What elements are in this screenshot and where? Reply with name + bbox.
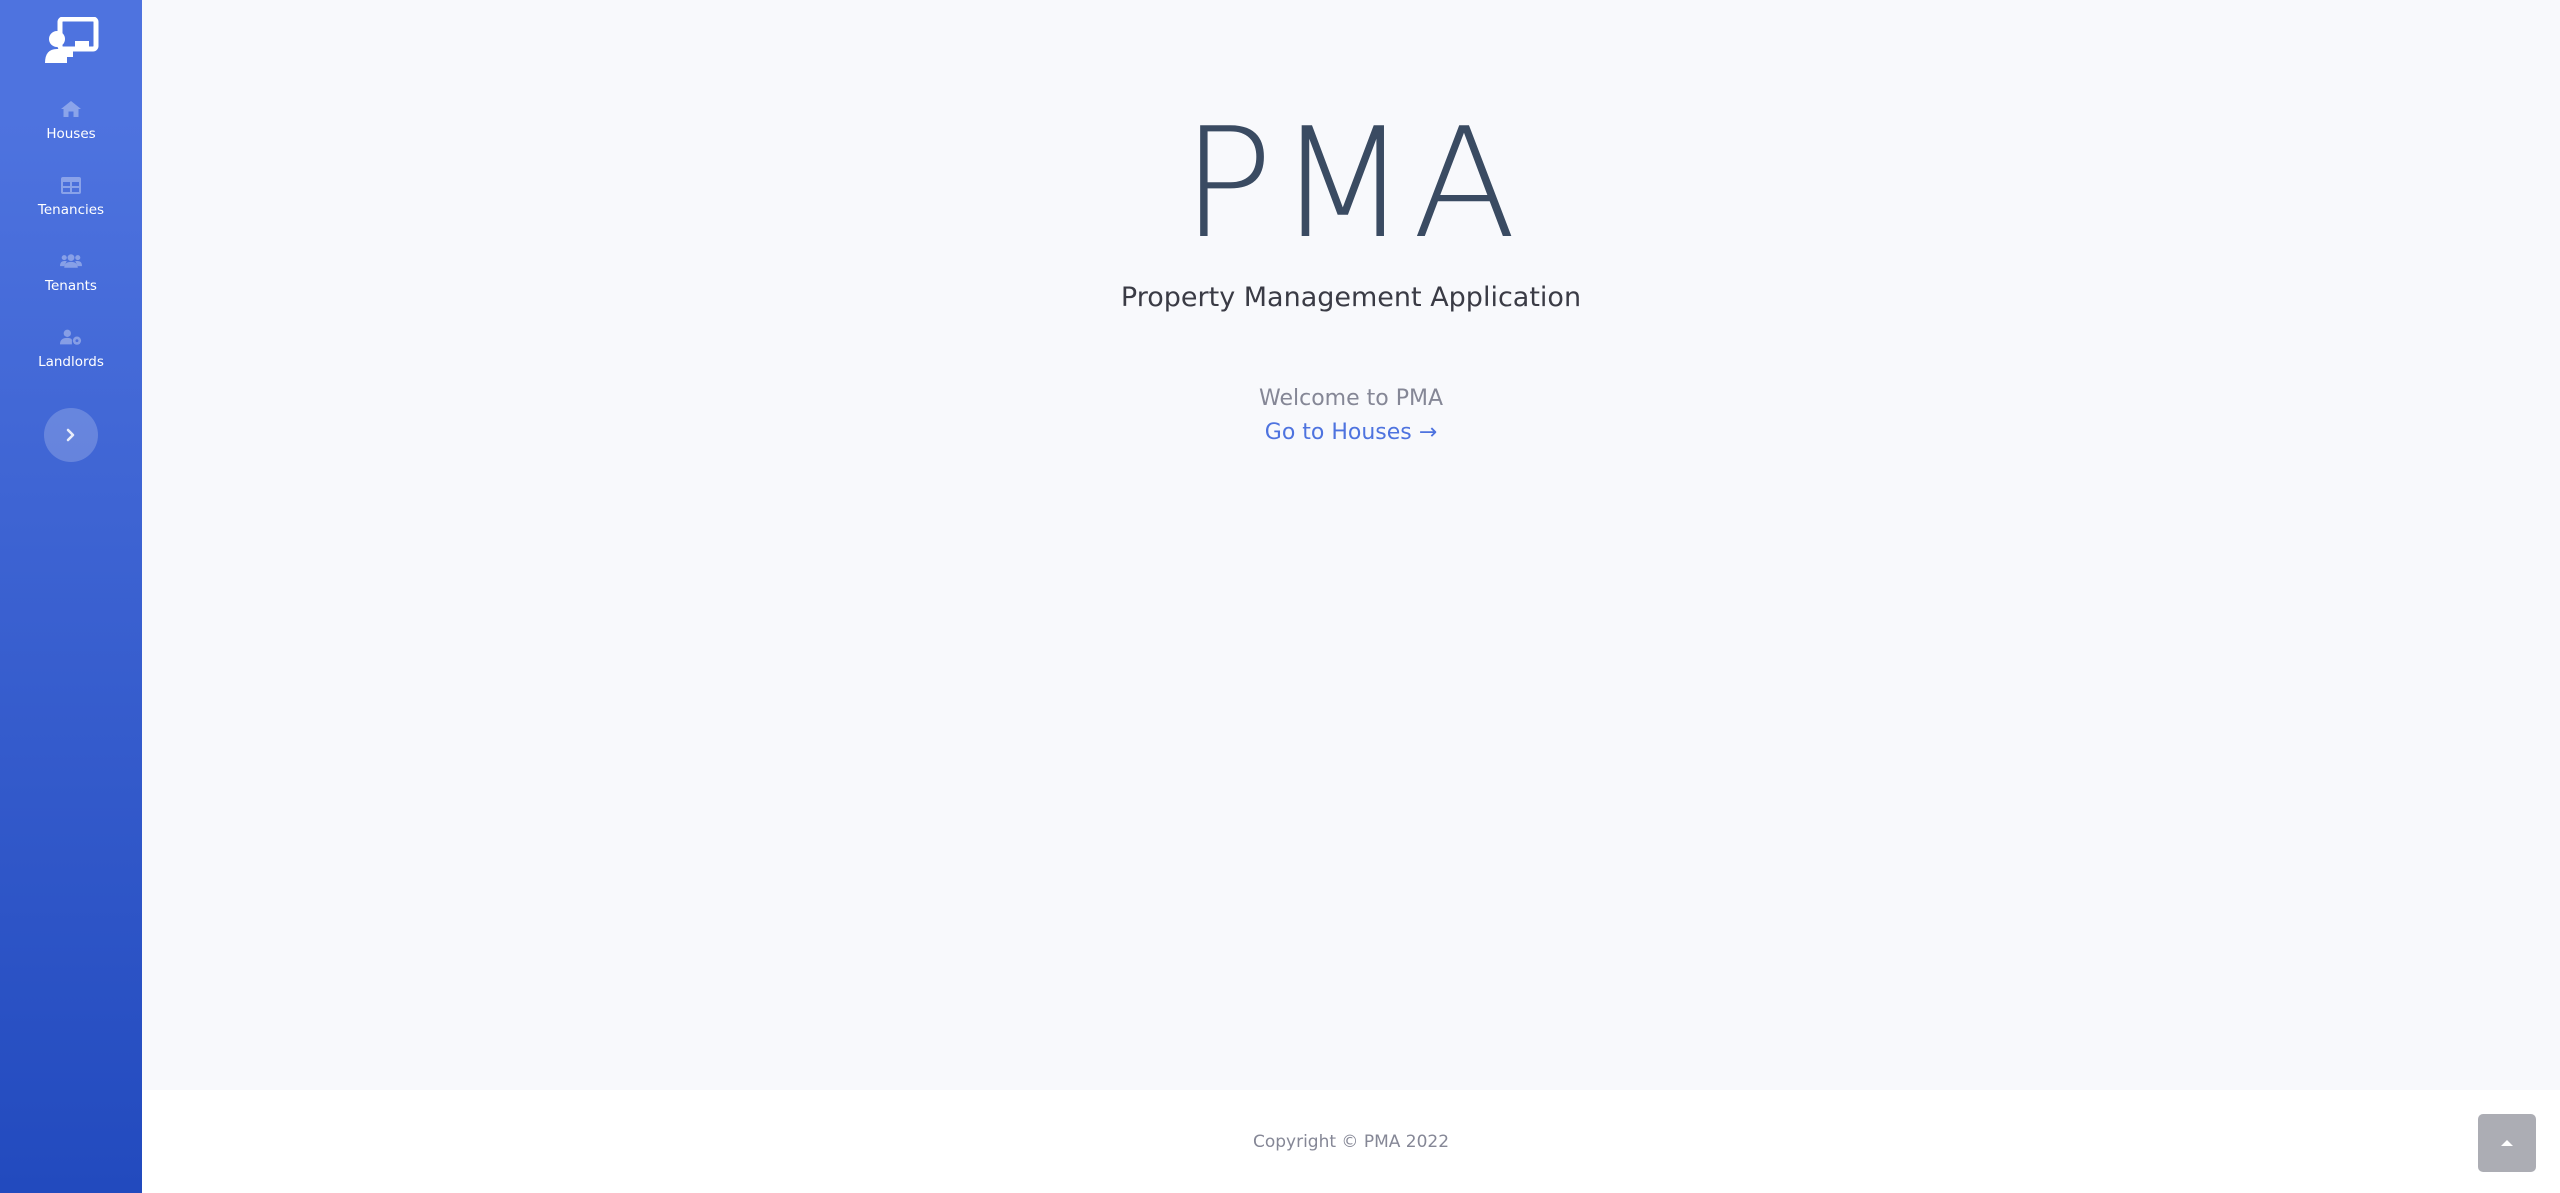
sidebar-item-landlords[interactable]: Landlords <box>0 310 142 386</box>
go-to-houses-link[interactable]: Go to Houses → <box>142 420 2560 445</box>
table-icon <box>60 174 82 196</box>
sidebar-item-label: Landlords <box>38 354 104 370</box>
page-title: PMA <box>1181 95 1521 272</box>
sidebar-item-tenants[interactable]: Tenants <box>0 234 142 310</box>
footer: Copyright © PMA 2022 <box>142 1090 2560 1193</box>
home-icon <box>60 98 82 120</box>
sidebar: Houses Tenancies Tenants Landlords <box>0 0 142 1193</box>
scroll-to-top-button[interactable] <box>2478 1114 2536 1172</box>
sidebar-item-label: Tenants <box>45 278 97 294</box>
chalkboard-teacher-icon <box>45 17 99 63</box>
users-icon <box>60 250 82 272</box>
page-subtitle: Property Management Application <box>1120 282 1582 313</box>
sidebar-toggle-button[interactable] <box>44 408 98 462</box>
main-content: PMA Property Management Application Welc… <box>142 0 2560 1090</box>
chevron-up-icon <box>2501 1140 2513 1146</box>
sidebar-item-houses[interactable]: Houses <box>0 82 142 158</box>
user-cog-icon <box>60 326 82 348</box>
welcome-text: Welcome to PMA <box>1258 386 1443 411</box>
brand-logo[interactable] <box>0 0 142 82</box>
sidebar-item-label: Houses <box>46 126 96 142</box>
chevron-right-icon <box>66 428 75 442</box>
copyright-text: Copyright © PMA 2022 <box>1252 1131 1450 1152</box>
sidebar-item-label: Tenancies <box>37 202 105 218</box>
sidebar-item-tenancies[interactable]: Tenancies <box>0 158 142 234</box>
